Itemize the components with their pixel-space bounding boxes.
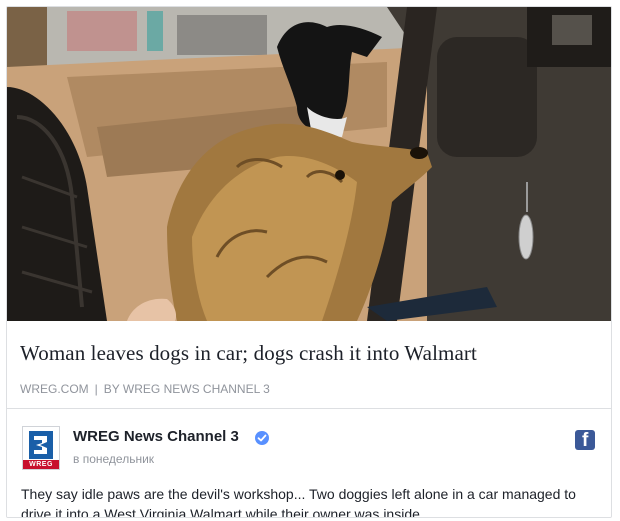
shared-link-card: Woman leaves dogs in car; dogs crash it …	[6, 6, 612, 518]
page-name-link[interactable]: WREG News Channel 3	[73, 428, 239, 445]
article-headline[interactable]: Woman leaves dogs in car; dogs crash it …	[20, 341, 477, 366]
post-timestamp[interactable]: в понедельник	[73, 452, 154, 466]
dogs-in-car-image	[7, 7, 611, 321]
article-byline[interactable]: BY WREG NEWS CHANNEL 3	[104, 382, 270, 396]
link-preview[interactable]: Woman leaves dogs in car; dogs crash it …	[7, 321, 611, 409]
avatar-label: WREG	[23, 460, 59, 469]
verified-badge-icon	[255, 431, 269, 445]
article-meta: WREG.COM | BY WREG NEWS CHANNEL 3	[20, 382, 270, 396]
page-avatar[interactable]: WREG	[22, 426, 60, 470]
post-text: They say idle paws are the devil's works…	[21, 486, 576, 518]
wreg-logo-icon	[23, 427, 59, 463]
article-source[interactable]: WREG.COM	[20, 382, 89, 396]
meta-separator: |	[94, 382, 98, 396]
facebook-icon[interactable]: f	[575, 430, 595, 450]
facebook-post: WREG WREG News Channel 3 в понедельник f…	[7, 409, 611, 518]
article-photo[interactable]	[7, 7, 611, 321]
